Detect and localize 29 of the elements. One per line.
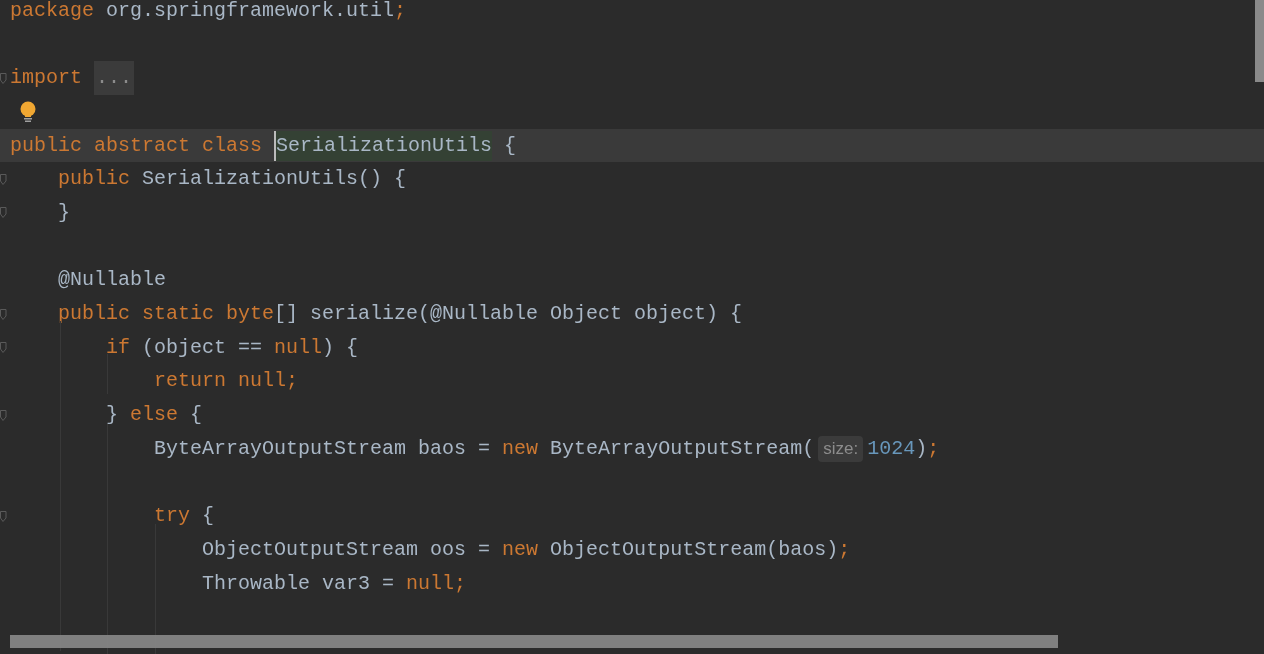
fold-marker-icon[interactable] (0, 409, 7, 421)
highlighted-identifier: SerializationUtils (274, 130, 493, 161)
code-text: { (503, 132, 517, 159)
folded-imports[interactable]: ... (94, 61, 135, 96)
parameter-hint: size: (818, 435, 864, 462)
code-text: @Nullable (57, 267, 167, 294)
code-text: try { (153, 503, 215, 530)
code-text: import (10, 65, 82, 92)
fold-marker-icon[interactable] (0, 342, 7, 354)
fold-marker-icon[interactable] (0, 308, 7, 320)
fold-marker-icon[interactable] (0, 207, 7, 219)
horizontal-scrollbar[interactable] (10, 635, 1058, 648)
code-text: return null; (153, 368, 299, 395)
code-text: } else { (105, 402, 203, 429)
code-text: public SerializationUtils() { (57, 166, 407, 193)
code-text: ObjectOutputStream oos = new ObjectOutputStream(baos); (201, 536, 851, 563)
code-text: package org.springframework.util; (10, 0, 407, 24)
code-text: public abstract class (10, 132, 264, 159)
code-text: } (57, 199, 70, 226)
code-text: public static byte[] serialize(@Nullable Object object) { (57, 301, 743, 328)
fold-marker-icon[interactable] (0, 173, 7, 185)
lightbulb-icon[interactable] (20, 100, 36, 123)
code-text: 1024); (867, 435, 940, 462)
code-text: if (object == null) { (105, 334, 359, 361)
fold-marker-icon[interactable] (0, 510, 7, 522)
code-text: Throwable var3 = null; (201, 570, 467, 597)
code-text: ByteArrayOutputStream baos = new ByteArrayOutputStream( (153, 435, 815, 462)
vertical-scrollbar[interactable] (1255, 0, 1264, 82)
fold-marker-icon[interactable] (0, 72, 7, 84)
